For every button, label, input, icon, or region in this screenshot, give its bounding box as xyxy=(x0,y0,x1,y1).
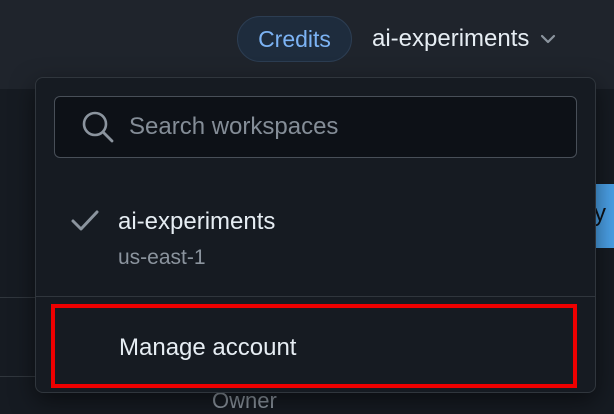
background-divider xyxy=(0,297,36,298)
manage-account-menu-item[interactable]: Manage account xyxy=(51,304,577,388)
checkmark-icon xyxy=(70,208,100,234)
credits-label: Credits xyxy=(258,25,331,52)
background-action-button-label: y xyxy=(594,200,606,227)
workspace-dropdown-menu: ai-experiments us-east-1 Manage account xyxy=(35,77,596,393)
search-icon xyxy=(81,110,115,144)
credits-button[interactable]: Credits xyxy=(237,16,352,62)
workspace-search-box[interactable] xyxy=(54,96,577,158)
chevron-down-icon xyxy=(539,30,557,48)
workspace-option-name: ai-experiments xyxy=(118,208,276,235)
manage-account-label: Manage account xyxy=(119,334,297,361)
workspace-option-ai-experiments[interactable]: ai-experiments us-east-1 xyxy=(36,182,595,278)
menu-divider xyxy=(36,296,595,297)
workspace-switcher-label: ai-experiments xyxy=(372,25,530,52)
workspace-search-input[interactable] xyxy=(127,112,551,142)
workspace-switcher-button[interactable]: ai-experiments xyxy=(372,16,557,62)
top-bar: Credits ai-experiments xyxy=(0,0,614,89)
workspace-option-region: us-east-1 xyxy=(118,246,206,269)
background-divider xyxy=(0,376,36,377)
